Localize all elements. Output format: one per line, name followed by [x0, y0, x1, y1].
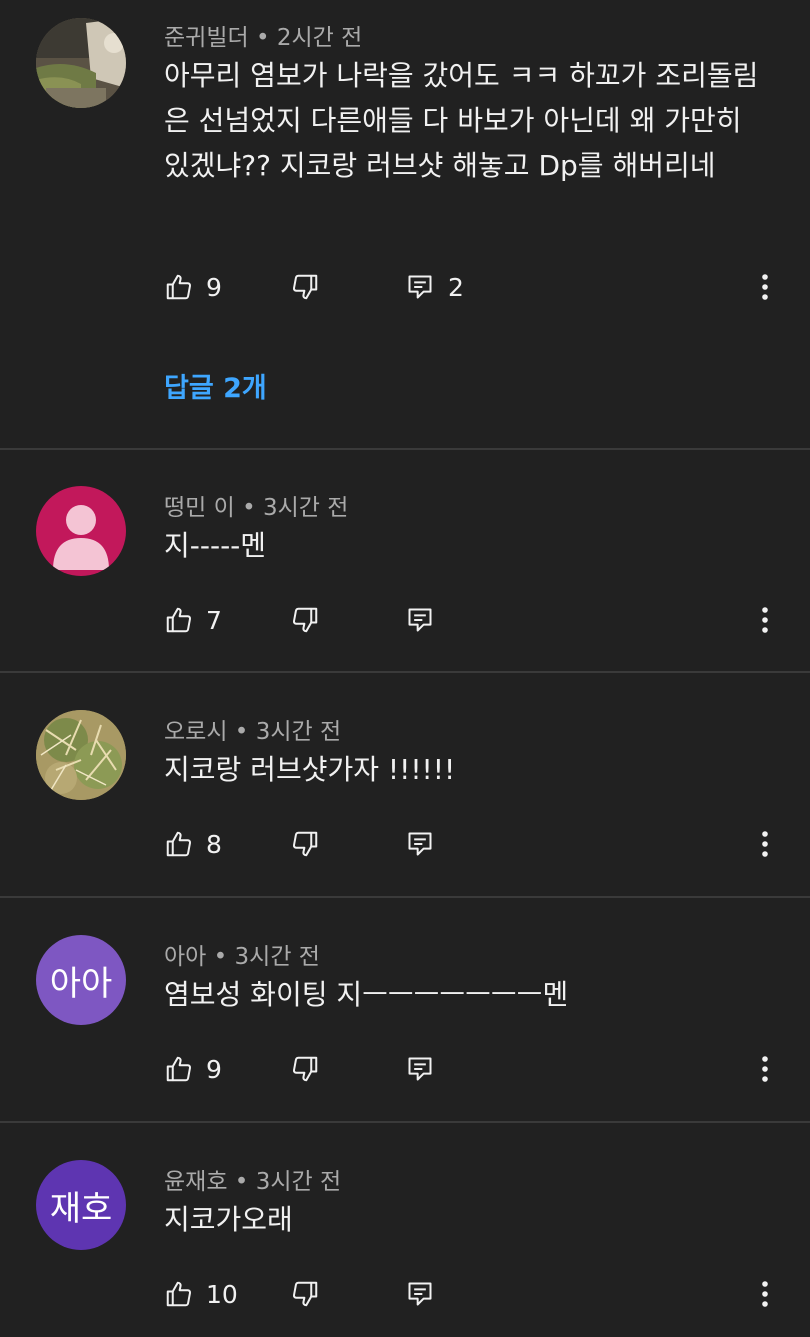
- reply-comment-icon: [408, 608, 432, 632]
- comment-item: 오로시 • 3시간 전 지코랑 러브샷가자 !!!!!! 8: [0, 673, 810, 898]
- meta-separator: •: [213, 944, 228, 970]
- thumbs-up-icon: [166, 274, 192, 300]
- thumbs-up-icon: [166, 1281, 192, 1307]
- dislike-button[interactable]: [290, 267, 320, 307]
- comment-actions: 9: [164, 1049, 810, 1089]
- dislike-button[interactable]: [290, 600, 320, 640]
- comment-actions: 10: [164, 1274, 810, 1314]
- reply-comment-icon: [408, 275, 432, 299]
- like-count: 7: [206, 605, 222, 635]
- reply-button[interactable]: [406, 1049, 434, 1089]
- comment-actions: 7: [164, 600, 810, 640]
- comment-time[interactable]: 3시간 전: [256, 719, 341, 745]
- avatar-initials: 아아: [49, 963, 113, 1004]
- more-options-button[interactable]: [760, 1049, 770, 1089]
- comment-text: 지-----멘: [164, 529, 267, 562]
- more-vertical-icon: [762, 274, 768, 300]
- author-name[interactable]: 오로시: [164, 719, 227, 745]
- more-vertical-icon: [762, 607, 768, 633]
- reply-button[interactable]: [406, 824, 434, 864]
- view-replies-link[interactable]: 답글 2개: [164, 366, 267, 405]
- meta-separator: •: [234, 719, 249, 745]
- author-avatar[interactable]: 재호: [36, 1160, 126, 1250]
- comment-time[interactable]: 3시간 전: [256, 1169, 341, 1195]
- comment-item: 준귀빌더 • 2시간 전 아무리 염보가 나락을 갔어도 ㅋㅋ 하꼬가 조리돌림…: [0, 0, 810, 450]
- comment-time[interactable]: 2시간 전: [277, 25, 362, 51]
- more-options-button[interactable]: [760, 267, 770, 307]
- like-button[interactable]: 7: [164, 600, 222, 640]
- person-icon: [53, 505, 109, 570]
- meta-separator: •: [234, 1169, 249, 1195]
- author-name[interactable]: 떵민 이: [164, 495, 235, 521]
- comment-time[interactable]: 3시간 전: [235, 944, 320, 970]
- comment-actions: 8: [164, 824, 810, 864]
- landscape-photo-avatar: [36, 18, 126, 108]
- thumbs-up-icon: [166, 607, 192, 633]
- thumbs-down-icon: [292, 1281, 318, 1307]
- thumbs-down-icon: [292, 607, 318, 633]
- reply-button[interactable]: 2: [406, 267, 464, 307]
- comment-item: 아아 아아 • 3시간 전 염보성 화이팅 지ㅡㅡㅡㅡㅡㅡㅡ멘 9: [0, 898, 810, 1123]
- more-options-button[interactable]: [760, 824, 770, 864]
- author-name[interactable]: 윤재호: [164, 1169, 227, 1195]
- comment-meta: 준귀빌더 • 2시간 전: [164, 18, 362, 52]
- reply-count: 2: [448, 272, 464, 302]
- meta-separator: •: [255, 25, 270, 51]
- author-avatar[interactable]: [36, 710, 126, 800]
- more-options-button[interactable]: [760, 600, 770, 640]
- author-avatar[interactable]: [36, 486, 126, 576]
- cactus-photo-avatar: [36, 710, 126, 800]
- like-button[interactable]: 9: [164, 1049, 222, 1089]
- thumbs-down-icon: [292, 1056, 318, 1082]
- like-button[interactable]: 10: [164, 1274, 238, 1314]
- reply-comment-icon: [408, 1057, 432, 1081]
- comment-text: 아무리 염보가 나락을 갔어도 ㅋㅋ 하꼬가 조리돌림은 선넘었지 다른애들 다…: [164, 59, 759, 182]
- comment-meta: 떵민 이 • 3시간 전: [164, 488, 348, 522]
- like-count: 8: [206, 829, 222, 859]
- thumbs-down-icon: [292, 274, 318, 300]
- comment-meta: 아아 • 3시간 전: [164, 937, 320, 971]
- avatar-initials: 재호: [49, 1188, 113, 1229]
- author-avatar[interactable]: 아아: [36, 935, 126, 1025]
- like-button[interactable]: 9: [164, 267, 222, 307]
- comment-text: 지코랑 러브샷가자 !!!!!!: [164, 753, 456, 786]
- comment-meta: 윤재호 • 3시간 전: [164, 1162, 341, 1196]
- comment-item: 떵민 이 • 3시간 전 지-----멘 7: [0, 450, 810, 673]
- comment-item: 재호 윤재호 • 3시간 전 지코가오래 10: [0, 1123, 810, 1337]
- reply-comment-icon: [408, 832, 432, 856]
- comment-text: 염보성 화이팅 지ㅡㅡㅡㅡㅡㅡㅡ멘: [164, 978, 569, 1011]
- author-name[interactable]: 아아: [164, 944, 206, 970]
- dislike-button[interactable]: [290, 1049, 320, 1089]
- more-vertical-icon: [762, 831, 768, 857]
- comment-time[interactable]: 3시간 전: [263, 495, 348, 521]
- thumbs-up-icon: [166, 1056, 192, 1082]
- comment-actions: 9 2: [164, 267, 810, 307]
- meta-separator: •: [242, 495, 256, 521]
- author-avatar[interactable]: [36, 18, 126, 108]
- reply-button[interactable]: [406, 1274, 434, 1314]
- reply-comment-icon: [408, 1282, 432, 1306]
- dislike-button[interactable]: [290, 824, 320, 864]
- more-vertical-icon: [762, 1056, 768, 1082]
- comment-meta: 오로시 • 3시간 전: [164, 712, 341, 746]
- comment-text: 지코가오래: [164, 1203, 293, 1236]
- like-count: 9: [206, 272, 222, 302]
- thumbs-up-icon: [166, 831, 192, 857]
- more-vertical-icon: [762, 1281, 768, 1307]
- author-name[interactable]: 준귀빌더: [164, 25, 249, 51]
- like-count: 9: [206, 1054, 222, 1084]
- like-count: 10: [206, 1279, 238, 1309]
- thumbs-down-icon: [292, 831, 318, 857]
- reply-button[interactable]: [406, 600, 434, 640]
- like-button[interactable]: 8: [164, 824, 222, 864]
- dislike-button[interactable]: [290, 1274, 320, 1314]
- more-options-button[interactable]: [760, 1274, 770, 1314]
